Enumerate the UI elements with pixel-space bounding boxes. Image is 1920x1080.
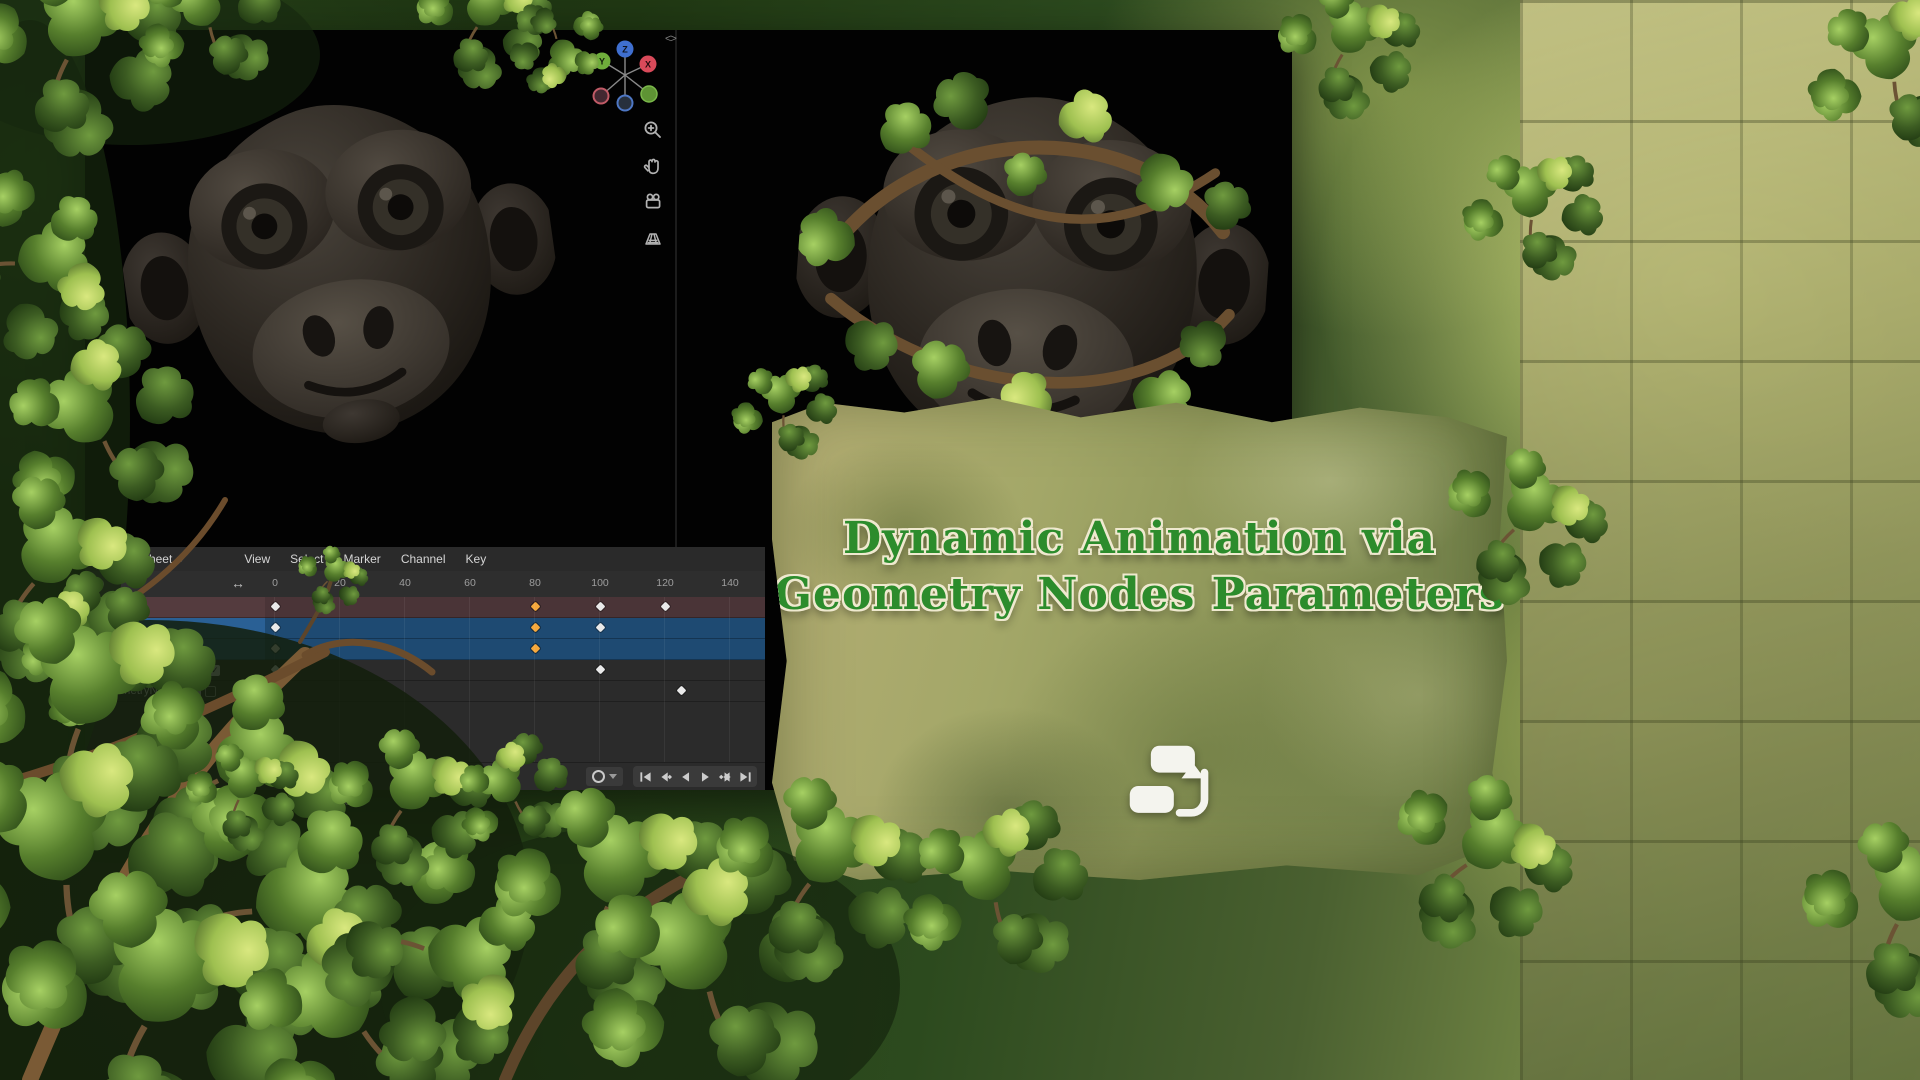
keyframe[interactable] [596, 665, 606, 675]
keyframe-track[interactable] [265, 639, 765, 659]
channel-head[interactable]: 001 [85, 618, 265, 638]
channel-row[interactable] [85, 597, 765, 618]
menu-key[interactable]: Key [456, 550, 497, 568]
channel-head[interactable]: anneAction.001 [85, 639, 265, 659]
menu-channel[interactable]: Channel [391, 550, 456, 568]
frame-ruler[interactable]: ↔ 020406080100120140 [85, 571, 765, 598]
keyframe[interactable] [677, 686, 687, 696]
axis-z-neg [618, 96, 633, 111]
frame-label: 0 [272, 577, 278, 589]
prev-keyframe-button[interactable] [655, 767, 675, 786]
keyframe[interactable] [531, 623, 541, 633]
play-reverse-button[interactable] [675, 767, 695, 786]
channel-label: GeometryNod [99, 685, 171, 697]
axis-y-label: Y [599, 57, 605, 67]
keymap-hint-rotate-view: Rotate View [293, 790, 360, 812]
next-keyframe-button[interactable] [715, 767, 735, 786]
channel-label: anneAction.001 [99, 643, 179, 655]
dope-sheet-header: ◆ Dope Sheet ViewSelectMarkerChannelKey [85, 547, 765, 572]
frame-label: 140 [721, 577, 739, 589]
channel-label: 4 (GeometryNode [99, 664, 190, 676]
keyframe[interactable] [271, 602, 281, 612]
frame-label: 60 [464, 577, 476, 589]
axis-y-neg [641, 86, 657, 102]
play-button[interactable] [695, 767, 715, 786]
jump-start-button[interactable] [635, 767, 655, 786]
channel-row[interactable]: GeometryNod ✓ [85, 681, 765, 702]
keyframe[interactable] [271, 665, 281, 675]
axis-x-label: X [645, 60, 651, 70]
keymap-hints: View Rotate View [293, 768, 360, 812]
keyframe-track[interactable] [265, 660, 765, 680]
dope-sheet-body: 001anneAction.0014 (GeometryNode✓Geometr… [85, 597, 765, 762]
dope-sheet-icon: ◆ [97, 554, 104, 565]
pan-hand-button[interactable] [641, 154, 665, 178]
jump-end-button[interactable] [735, 767, 755, 786]
wrench-icon [194, 665, 205, 676]
frame-label: 20 [334, 577, 346, 589]
sync-dropdown[interactable] [586, 767, 623, 786]
title-card: Dynamic Animation via Geometry Nodes Par… [772, 393, 1507, 880]
camera-button[interactable] [641, 190, 665, 214]
keyframe[interactable] [271, 644, 281, 654]
box-icon [205, 686, 216, 697]
keyframe[interactable] [596, 602, 606, 612]
keyframe[interactable] [661, 602, 671, 612]
keyframe[interactable] [271, 623, 281, 633]
grid-button[interactable] [641, 226, 665, 250]
viewport-tools [641, 118, 665, 250]
frame-label: 40 [399, 577, 411, 589]
keyframe[interactable] [531, 644, 541, 654]
menu-view[interactable]: View [234, 550, 280, 568]
keymap-hint-view: View [293, 768, 360, 790]
axis-z-label: Z [622, 45, 628, 55]
playback-bar [85, 762, 765, 790]
channel-row[interactable]: anneAction.001 [85, 639, 765, 660]
frame-ruler-numbers: 0 20 40 60 80 100 120 140 [85, 571, 765, 597]
channel-row[interactable]: 001 [85, 618, 765, 639]
stone-wall-background [1520, 0, 1920, 1080]
channel-row[interactable]: 4 (GeometryNode ✓ [85, 660, 765, 681]
zoom-button[interactable] [641, 118, 665, 142]
frame-label: 100 [591, 577, 609, 589]
title-line-2: Geometry Nodes Parameters [774, 567, 1504, 623]
checkbox-icon[interactable]: ✓ [190, 686, 201, 697]
chevron-down-icon [609, 774, 617, 779]
keyframe-track[interactable] [265, 681, 765, 701]
keyframe[interactable] [596, 623, 606, 633]
dope-sheet-editor: ◆ Dope Sheet ViewSelectMarkerChannelKey … [85, 547, 765, 790]
chevron-down-icon [177, 557, 185, 562]
title-line-1: Dynamic Animation via [843, 511, 1436, 567]
channel-head[interactable] [85, 597, 265, 617]
channel-head[interactable]: GeometryNod ✓ [85, 681, 265, 701]
screenshot-root: <> Z Y X [0, 0, 1920, 1080]
keyframe-track[interactable] [265, 618, 765, 638]
checkbox-icon[interactable]: ✓ [209, 665, 220, 676]
record-circle-icon [592, 770, 605, 783]
frame-label: 80 [529, 577, 541, 589]
workflow-icon [1124, 740, 1216, 832]
suzanne-plain[interactable] [99, 37, 582, 503]
keyframe[interactable] [531, 602, 541, 612]
editor-corner-handle[interactable]: <> [665, 33, 676, 45]
editor-type-dropdown[interactable]: ◆ Dope Sheet [85, 547, 194, 571]
menu-marker[interactable]: Marker [333, 550, 390, 568]
wrench-icon [175, 686, 186, 697]
channel-head[interactable]: 4 (GeometryNode ✓ [85, 660, 265, 680]
transport-controls [633, 766, 757, 787]
dope-sheet-menus: ViewSelectMarkerChannelKey [234, 550, 496, 568]
axis-x-neg [594, 89, 609, 104]
editor-type-label: Dope Sheet [109, 552, 172, 566]
keyframe-track[interactable] [265, 597, 765, 617]
channel-list: 001anneAction.0014 (GeometryNode✓Geometr… [85, 597, 765, 702]
menu-select[interactable]: Select [280, 550, 333, 568]
frame-label: 120 [656, 577, 674, 589]
navigation-gizmo[interactable]: Z Y X [590, 35, 660, 113]
channel-label: 001 [99, 622, 118, 634]
